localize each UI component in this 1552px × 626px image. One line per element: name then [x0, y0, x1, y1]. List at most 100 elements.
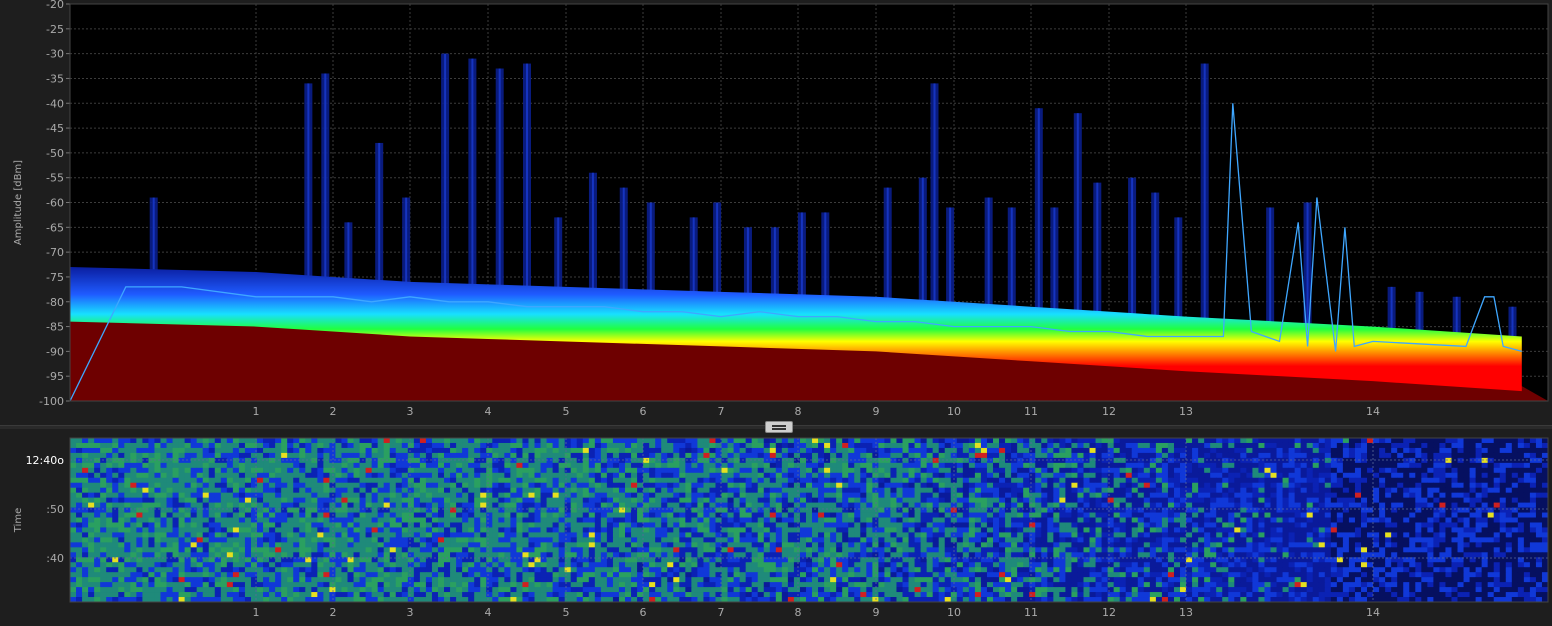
waterfall-cell [1475, 457, 1483, 464]
peak-bar-core [498, 68, 501, 290]
waterfall-cell [986, 472, 994, 479]
waterfall-cell [1107, 457, 1115, 464]
waterfall-cell [1421, 492, 1428, 499]
waterfall-cell [468, 438, 475, 444]
waterfall-cell [492, 452, 499, 459]
waterfall-cell [184, 522, 192, 528]
waterfall-cell [812, 527, 819, 533]
waterfall-cell [594, 482, 602, 489]
waterfall-cell [522, 462, 529, 469]
waterfall-cell [1318, 442, 1326, 449]
waterfall-cell [920, 517, 928, 523]
waterfall-cell [697, 532, 704, 538]
waterfall-cell [1529, 457, 1537, 464]
waterfall-cell [528, 492, 535, 499]
waterfall-cell [425, 527, 433, 533]
waterfall-cell [763, 438, 771, 444]
waterfall-cell [317, 492, 324, 499]
waterfall-cell [799, 527, 807, 533]
waterfall-cell [534, 502, 541, 508]
waterfall-cell [625, 462, 632, 469]
waterfall-cell [142, 467, 149, 474]
waterfall-cell [347, 452, 354, 459]
waterfall-cell [739, 507, 747, 513]
waterfall-cell [1481, 442, 1489, 449]
peak-bar-core [824, 212, 827, 301]
waterfall-cell [1318, 512, 1326, 518]
waterfall-cell [618, 452, 626, 459]
waterfall-cell [1415, 438, 1422, 444]
waterfall-cell [1246, 482, 1253, 489]
waterfall-cell [220, 497, 228, 504]
waterfall-cell [311, 487, 318, 494]
waterfall-cell [341, 452, 348, 459]
waterfall-cell [401, 507, 409, 513]
waterfall-cell [214, 477, 222, 484]
waterfall-cell [902, 467, 909, 474]
waterfall-cell [1113, 472, 1121, 479]
waterfall-cell [1535, 447, 1543, 454]
waterfall-cell [504, 507, 511, 513]
waterfall-cell [474, 527, 481, 533]
horizontal-grip-icon[interactable] [765, 421, 793, 433]
waterfall-cell [1186, 442, 1193, 449]
waterfall-cell [974, 502, 982, 508]
waterfall-cell [1499, 507, 1507, 513]
waterfall-cell [1053, 442, 1060, 449]
waterfall-cell [1071, 507, 1078, 513]
waterfall-cell [118, 462, 125, 469]
waterfall-cell [1475, 447, 1483, 454]
waterfall-cell [600, 507, 608, 513]
waterfall-cell [733, 472, 741, 479]
waterfall-cell [431, 452, 439, 459]
waterfall-cell [317, 438, 324, 444]
waterfall-cell [1119, 462, 1127, 469]
waterfall-cell [1065, 497, 1072, 504]
waterfall-cell [1234, 467, 1241, 474]
waterfall-cell [962, 487, 970, 494]
waterfall-cell [1288, 512, 1296, 518]
waterfall-cell [1457, 447, 1464, 454]
waterfall-cell [1180, 457, 1187, 464]
waterfall-cell [1336, 522, 1344, 528]
waterfall-cell [926, 487, 934, 494]
waterfall-cell [1379, 497, 1386, 504]
waterfall-cell [395, 527, 403, 533]
waterfall-cell [178, 482, 186, 489]
waterfall-cell [588, 442, 596, 449]
waterfall-cell [130, 438, 137, 444]
waterfall-cell [1216, 467, 1223, 474]
waterfall-cell [661, 497, 668, 504]
spectrum-chart[interactable]: -20-25-30-35-40-45-50-55-60-65-70-75-80-… [0, 0, 1552, 422]
waterfall-cell [612, 527, 620, 533]
waterfall-cell [136, 492, 143, 499]
waterfall-cell [1511, 438, 1519, 444]
waterfall-cell [407, 517, 415, 523]
waterfall-cell [1541, 477, 1549, 484]
waterfall-cell [932, 472, 940, 479]
waterfall-cell [1403, 487, 1410, 494]
waterfall-chart[interactable]: 1 2 3 4 5 6 7 8 9 10 11 12 13 1412:40o:50:40Time [0, 434, 1552, 626]
waterfall-cell [76, 507, 83, 513]
waterfall-cell [166, 507, 173, 513]
waterfall-cell [106, 532, 113, 538]
waterfall-cell [504, 487, 511, 494]
waterfall-cell [1511, 452, 1519, 459]
waterfall-cell [1294, 522, 1302, 528]
waterfall-cell [468, 527, 475, 533]
waterfall-cell [1535, 507, 1543, 513]
waterfall-cell [860, 517, 867, 523]
waterfall-cell [600, 452, 608, 459]
waterfall-cell [926, 527, 934, 533]
waterfall-cell [1089, 487, 1096, 494]
waterfall-cell [1373, 457, 1380, 464]
waterfall-cell [341, 527, 348, 533]
waterfall-cell [136, 452, 143, 459]
waterfall-cell [1077, 457, 1084, 464]
waterfall-cell [540, 517, 547, 523]
waterfall-cell [860, 492, 867, 499]
waterfall-cell [956, 507, 964, 513]
waterfall-cell [112, 522, 119, 528]
waterfall-cell [1270, 467, 1277, 474]
waterfall-cell [269, 447, 276, 454]
